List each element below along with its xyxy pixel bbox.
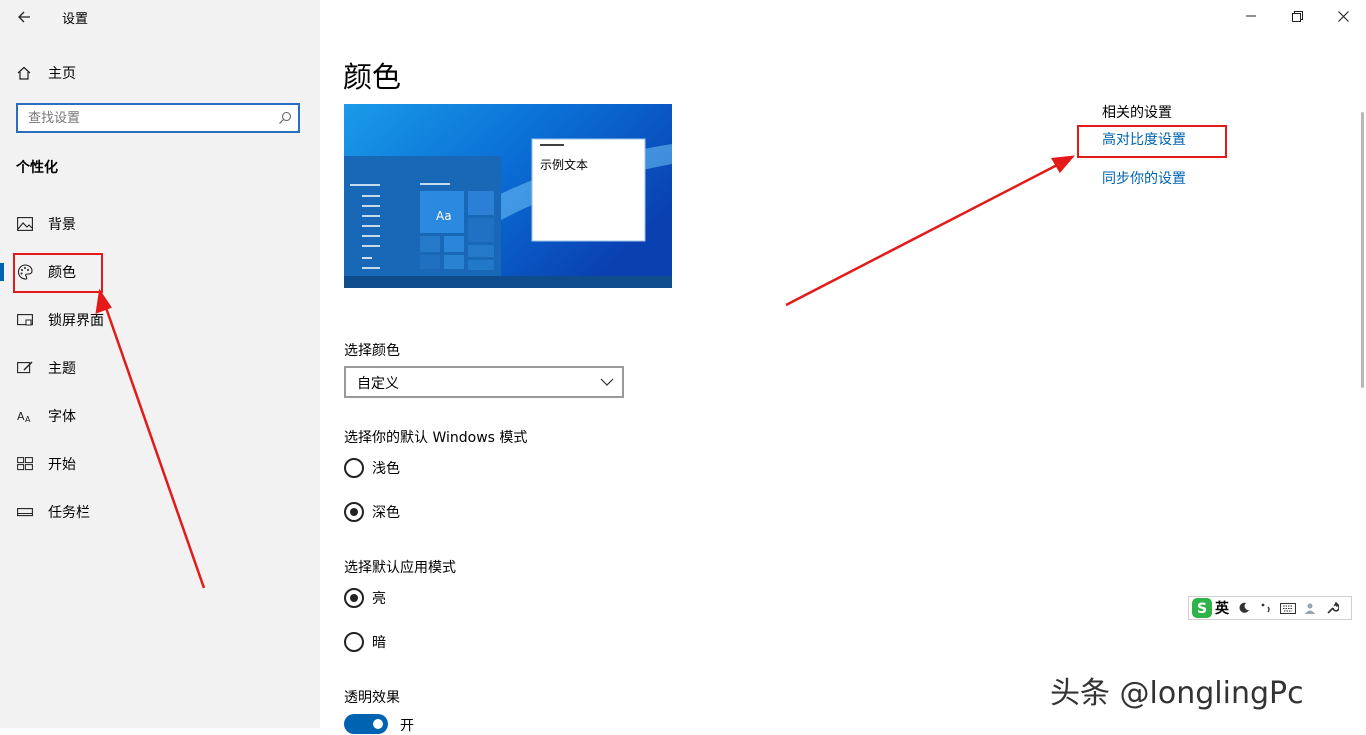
user-icon[interactable]	[1299, 598, 1321, 618]
moon-icon[interactable]	[1233, 598, 1255, 618]
ime-language[interactable]: 英	[1215, 598, 1229, 618]
ime-toolbar: S 英	[1188, 596, 1352, 620]
arrow-head-left	[95, 288, 112, 314]
watermark: 头条 @longlingPc	[1050, 676, 1304, 711]
sogou-logo-icon[interactable]: S	[1191, 597, 1213, 619]
wrench-icon[interactable]	[1321, 598, 1343, 618]
svg-text:S: S	[1197, 601, 1207, 617]
punctuation-icon[interactable]	[1255, 598, 1277, 618]
annotation-arrows	[95, 155, 1075, 589]
keyboard-icon[interactable]	[1277, 598, 1299, 618]
arrow-head-right	[1050, 155, 1075, 174]
